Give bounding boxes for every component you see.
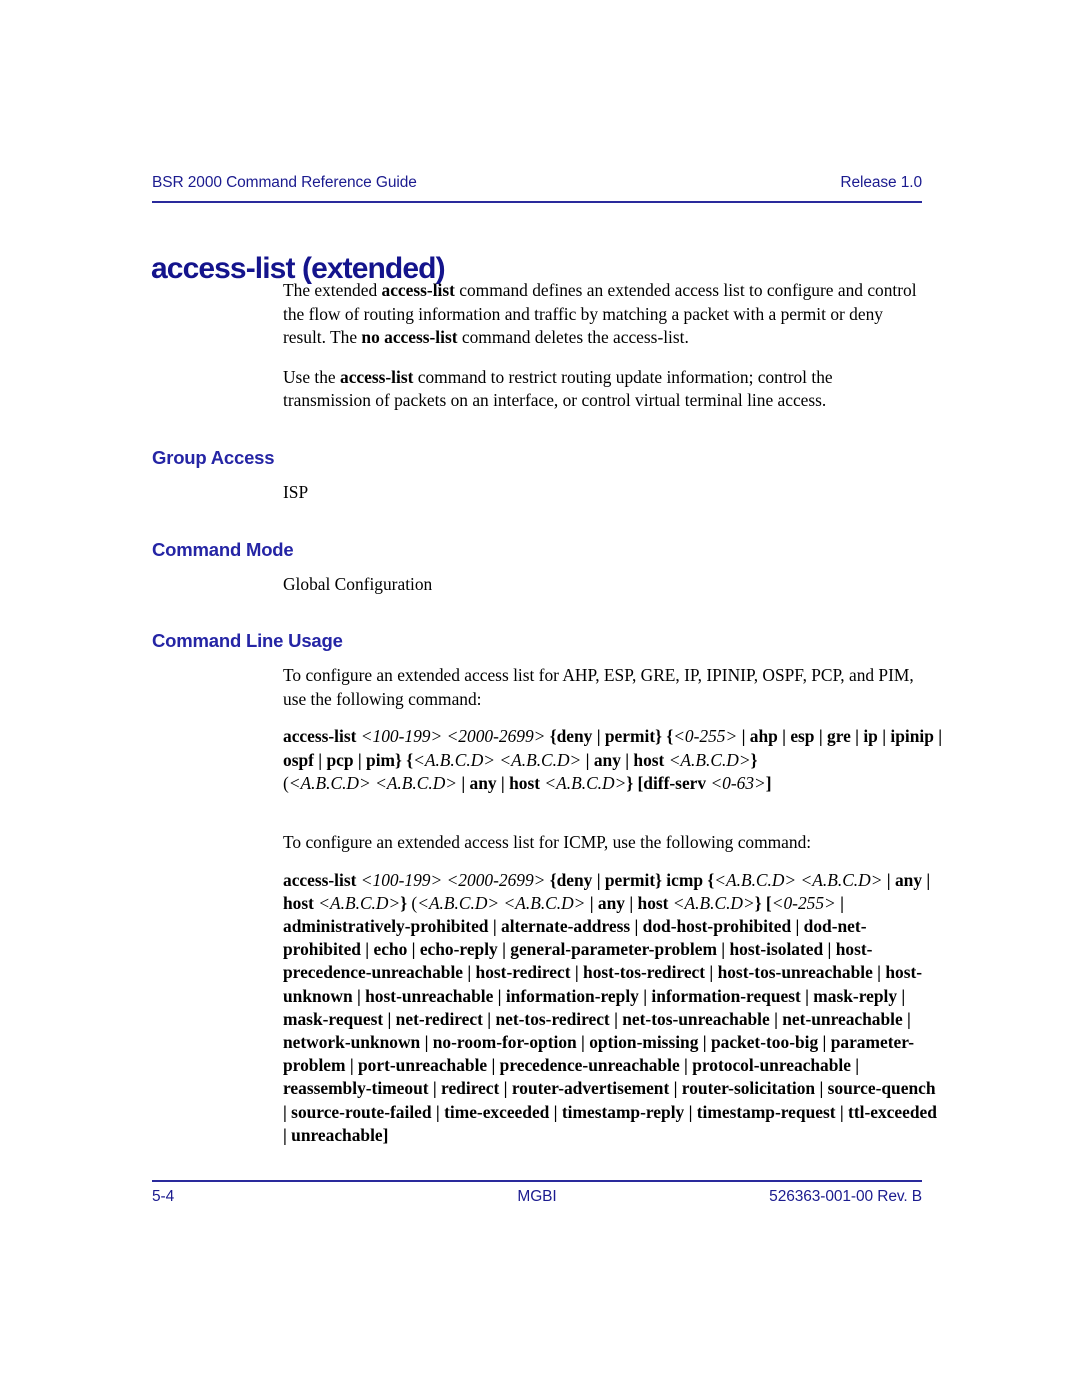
syntax-ip-src-addr-2: <A.B.C.D> — [499, 749, 582, 770]
syntax-icmp-type-keywords: | administratively-prohibited | alternat… — [283, 892, 937, 1145]
intro-p1-text-3: command deletes the access-list. — [457, 327, 689, 348]
syntax-icmp-dst-close: } — [754, 892, 766, 913]
syntax-ip-range-2: <2000-2699> — [446, 726, 546, 747]
syntax-icmp-cmd: access-list — [283, 869, 357, 890]
syntax-icmp-range-2: <2000-2699> — [446, 869, 546, 890]
command-syntax-icmp: access-list <100-199> <2000-2699> {deny … — [283, 869, 943, 1147]
syntax-ip-diffserv: [diff-serv — [637, 772, 711, 793]
syntax-ip-dst-close: } — [626, 772, 638, 793]
syntax-ip-deny-permit: {deny | permit} — [549, 726, 662, 747]
syntax-ip-src-any-host: | any | host — [581, 749, 669, 770]
header-guide-title: BSR 2000 Command Reference Guide — [152, 174, 417, 191]
footer-rule — [152, 1180, 922, 1182]
intro-p2-text-1: Use the — [283, 366, 340, 387]
syntax-icmp-range-1: <100-199> — [360, 869, 443, 890]
syntax-ip-cmd: access-list — [283, 726, 357, 747]
section-body-group-access: ISP — [283, 481, 309, 502]
footer-company: MGBI — [517, 1188, 557, 1205]
intro-paragraph-1: The extended access-list command defines… — [283, 279, 923, 350]
command-line-usage-intro-1: To configure an extended access list for… — [283, 665, 914, 709]
intro-p1-bold-2: no access-list — [361, 327, 458, 348]
syntax-icmp-dst-addr-2: <A.B.C.D> — [503, 892, 586, 913]
syntax-ip-dst-host-addr: <A.B.C.D> — [544, 772, 627, 793]
syntax-ip-src-addr-1: <A.B.C.D> — [413, 749, 496, 770]
syntax-ip-proto-num: <0-255> — [673, 726, 738, 747]
syntax-ip-dst-any-host: | any | host — [457, 772, 545, 793]
syntax-icmp-src-addr-1: <A.B.C.D> — [714, 869, 797, 890]
syntax-ip-dst-addr-2: <A.B.C.D> — [375, 772, 457, 793]
syntax-icmp-src-addr-2: <A.B.C.D> — [800, 869, 883, 890]
syntax-icmp-dst-addr-1: <A.B.C.D> — [417, 892, 500, 913]
running-header: BSR 2000 Command Reference Guide Release… — [152, 174, 922, 192]
command-line-usage-intro-2: To configure an extended access list for… — [283, 831, 812, 852]
syntax-icmp-type-num: <0-255> — [771, 892, 836, 913]
intro-p1-bold-1: access-list — [381, 280, 455, 300]
header-rule — [152, 201, 922, 203]
syntax-ip-src-close: } — [750, 749, 758, 770]
running-footer: 5-4 MGBI 526363-001-00 Rev. B — [152, 1188, 922, 1206]
syntax-ip-src-open: { — [401, 749, 414, 770]
syntax-ip-diffserv-close: ] — [765, 772, 772, 793]
document-page: BSR 2000 Command Reference Guide Release… — [0, 0, 1080, 1397]
section-heading-command-mode: Command Mode — [152, 538, 294, 560]
section-heading-group-access: Group Access — [152, 446, 275, 468]
syntax-ip-range-1: <100-199> — [360, 726, 443, 747]
section-body-command-mode: Global Configuration — [283, 573, 433, 594]
syntax-icmp-src-host-addr: <A.B.C.D> — [318, 892, 401, 913]
intro-p2-bold-1: access-list — [340, 366, 414, 387]
command-syntax-ip: access-list <100-199> <2000-2699> {deny … — [283, 725, 943, 795]
syntax-ip-diffserv-range: <0-63> — [710, 772, 766, 793]
syntax-ip-dst-addr-1: <A.B.C.D> — [288, 772, 371, 793]
intro-p1-text-1: The extended — [283, 280, 382, 300]
syntax-icmp-src-close: } — [400, 892, 412, 913]
page-content: The extended access-list command defines… — [0, 279, 1080, 1147]
syntax-icmp-dst-any-host: | any | host — [585, 892, 673, 913]
syntax-icmp-dst-host-addr: <A.B.C.D> — [672, 892, 755, 913]
intro-paragraph-2: Use the access-list command to restrict … — [283, 366, 923, 413]
section-heading-command-line-usage: Command Line Usage — [152, 630, 343, 652]
syntax-icmp-deny-permit: {deny | permit} icmp — [549, 869, 708, 890]
header-release: Release 1.0 — [840, 174, 922, 191]
syntax-ip-src-host-addr: <A.B.C.D> — [668, 749, 751, 770]
